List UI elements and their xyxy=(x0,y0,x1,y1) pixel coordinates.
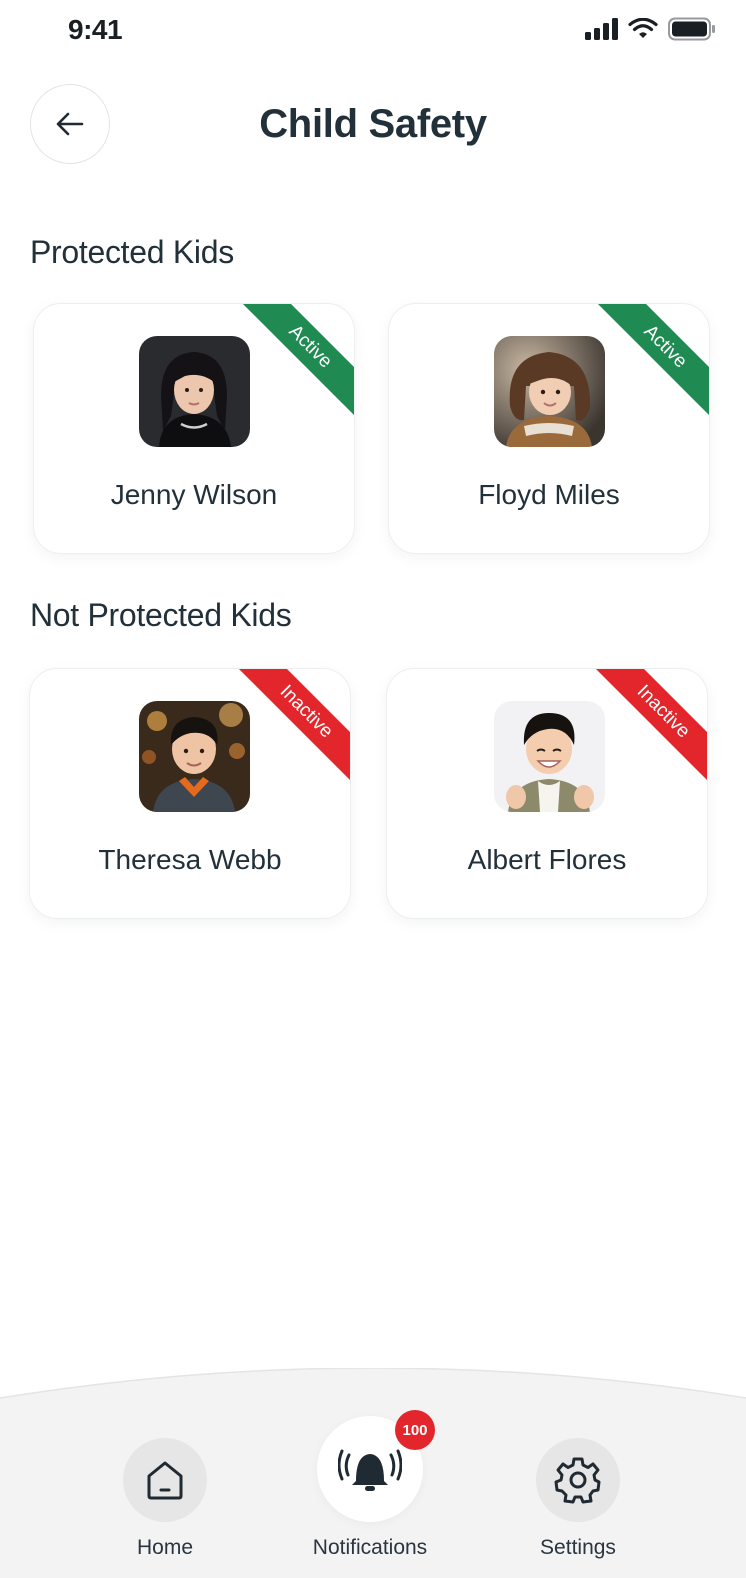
kid-name: Albert Flores xyxy=(467,844,627,875)
status-icons xyxy=(585,17,716,41)
bell-icon xyxy=(338,1449,402,1491)
kid-name: Floyd Miles xyxy=(478,479,620,510)
nav-home[interactable]: Home xyxy=(75,1368,255,1578)
kid-card[interactable]: Inactive Theresa Webb xyxy=(29,668,351,919)
avatar xyxy=(494,701,605,812)
nav-settings-circle xyxy=(536,1438,620,1522)
bottom-nav: Home 100 Notifications Settings xyxy=(0,1368,746,1578)
nav-notifications[interactable]: 100 Notifications xyxy=(280,1368,460,1578)
signal-icon xyxy=(585,18,618,40)
battery-icon xyxy=(668,17,715,41)
avatar xyxy=(139,701,250,812)
kid-card[interactable]: Inactive Albert Flores xyxy=(386,668,708,919)
status-ribbon: Inactive xyxy=(587,669,707,788)
section-title-not-protected: Not Protected Kids xyxy=(30,597,292,633)
nav-settings[interactable]: Settings xyxy=(488,1368,668,1578)
gear-icon xyxy=(554,1457,601,1504)
notification-badge: 100 xyxy=(395,1410,435,1450)
kid-name: Theresa Webb xyxy=(98,844,282,875)
nav-settings-label: Settings xyxy=(540,1536,616,1559)
page-title: Child Safety xyxy=(259,102,487,146)
status-ribbon: Active xyxy=(589,304,709,423)
section-title-protected: Protected Kids xyxy=(30,234,234,270)
header: Child Safety xyxy=(0,84,746,164)
avatar xyxy=(494,336,605,447)
avatar xyxy=(139,336,250,447)
status-ribbon: Active xyxy=(234,304,354,423)
status-time: 9:41 xyxy=(68,14,123,45)
nav-home-label: Home xyxy=(136,1536,194,1559)
kid-name: Jenny Wilson xyxy=(110,479,278,510)
nav-notifications-label: Notifications xyxy=(312,1536,428,1559)
wifi-icon xyxy=(628,18,658,38)
nav-home-circle xyxy=(123,1438,207,1522)
kid-card[interactable]: Active Jenny Wilson xyxy=(33,303,355,554)
status-bar: 9:41 xyxy=(0,0,746,64)
home-icon xyxy=(147,1461,183,1500)
kid-card[interactable]: Active Floyd Miles xyxy=(388,303,710,554)
